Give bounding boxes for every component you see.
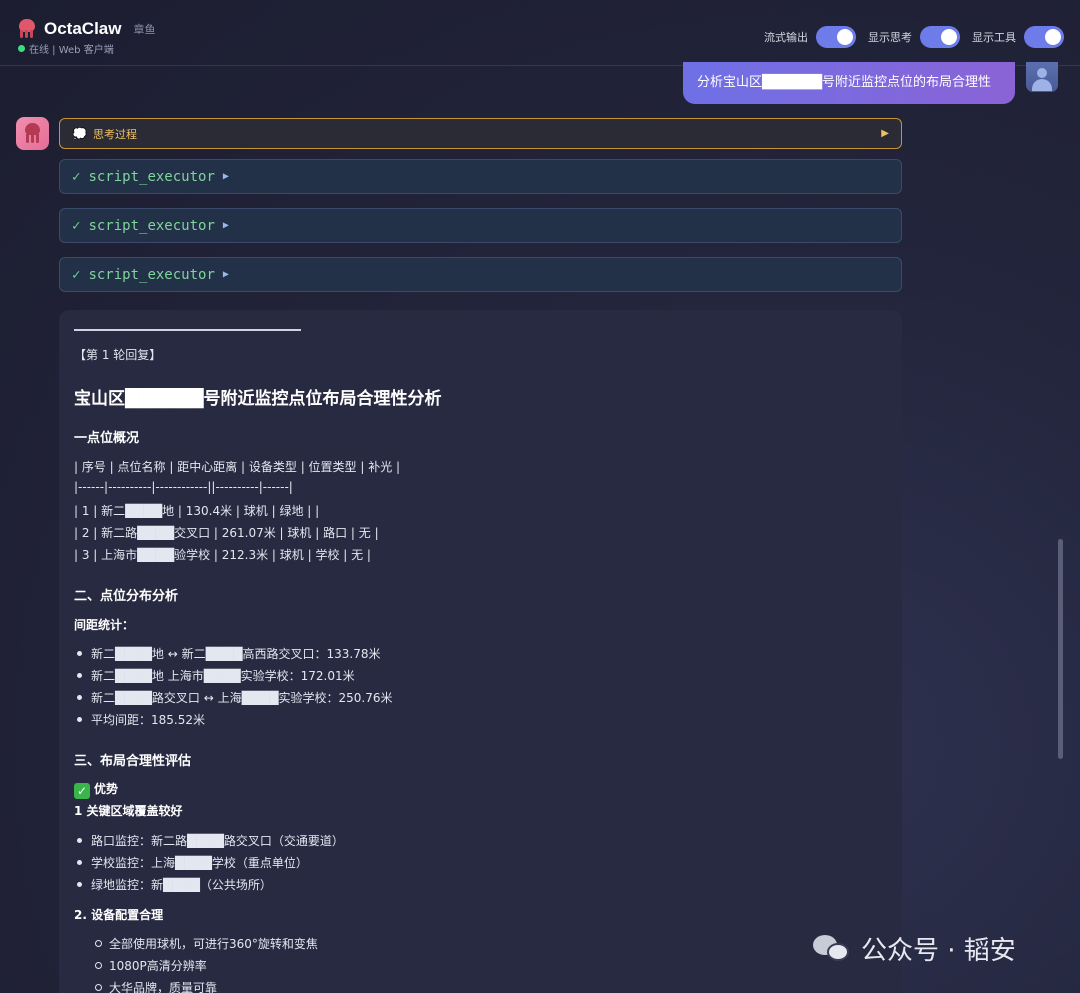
- list-item: 大华品牌，质量可靠: [94, 979, 217, 993]
- tool-call-block[interactable]: ✓ script_executor ▶: [59, 159, 902, 194]
- brand: OctaClaw 章鱼: [16, 18, 155, 40]
- thinking-label: 思考过程: [92, 127, 137, 141]
- expand-arrow-icon: ▶: [222, 220, 229, 231]
- list-item: 新二████地 ↔ 新二████高西路交叉口：133.78米: [77, 647, 381, 661]
- table-line: | 2 | 新二路████交叉口 | 261.07米 | 球机 | 路口 | 无…: [74, 526, 379, 540]
- user-message-bubble: 分析宝山区██████号附近监控点位的布局合理性: [683, 62, 1015, 104]
- advantage-label: ✓ 优势: [74, 780, 118, 799]
- app-subtitle: 章鱼: [133, 23, 156, 36]
- list-item: 平均间距：185.52米: [77, 713, 205, 727]
- check-icon: ✓: [72, 168, 81, 185]
- table-line: | 3 | 上海市████验学校 | 212.3米 | 球机 | 学校 | 无 …: [74, 548, 371, 562]
- section-heading: 三、布局合理性评估: [74, 754, 192, 769]
- user-avatar-icon: [1026, 62, 1058, 92]
- table-line: |------|----------|------------||-------…: [74, 480, 293, 494]
- check-icon: ✓: [72, 266, 81, 283]
- advantage-text: 优势: [94, 782, 119, 796]
- show-tools-switch[interactable]: [1024, 26, 1064, 48]
- watermark: 公众号 · 韬安: [813, 930, 1016, 967]
- toggle-stream-output[interactable]: 流式输出: [764, 26, 856, 48]
- bot-avatar-icon: [16, 117, 49, 150]
- list-item: 新二████路交叉口 ↔ 上海████实验学校：250.76米: [77, 691, 393, 705]
- subheading: 间距统计：: [74, 618, 135, 632]
- subheading: 1 关键区域覆盖较好: [74, 804, 183, 818]
- list-item: 路口监控：新二路████路交叉口（交通要道）: [77, 834, 344, 848]
- thinking-process-toggle[interactable]: 💭 思考过程 ▶: [59, 118, 902, 149]
- status-text: 在线 | Web 客户端: [29, 45, 114, 56]
- thought-bubble-icon: 💭: [72, 126, 87, 141]
- stream-output-switch[interactable]: [816, 26, 856, 48]
- toggle-bar: 流式输出 显示思考 显示工具: [752, 26, 1064, 48]
- toggle-label: 显示思考: [868, 31, 912, 44]
- tool-name: script_executor: [88, 168, 215, 185]
- response-title: 宝山区██████号附近监控点位布局合理性分析: [74, 389, 442, 409]
- toggle-label: 显示工具: [972, 31, 1016, 44]
- list-item: 全部使用球机，可进行360°旋转和变焦: [95, 937, 318, 951]
- assistant-response-card: 【第 1 轮回复】 宝山区██████号附近监控点位布局合理性分析 一点位概况 …: [59, 310, 902, 993]
- table-line: | 序号 | 点位名称 | 距中心距离 | 设备类型 | 位置类型 | 补光 |: [74, 460, 401, 474]
- list-item: 学校监控：上海████学校（重点单位）: [77, 856, 308, 870]
- watermark-text: 公众号 · 韬安: [861, 936, 1016, 966]
- check-mark-icon: ✓: [74, 783, 90, 799]
- round-label: 【第 1 轮回复】: [74, 348, 162, 362]
- check-icon: ✓: [72, 217, 81, 234]
- scrollbar-thumb[interactable]: [1058, 539, 1063, 759]
- list-item: 1080P高清分辨率: [95, 959, 207, 973]
- toggle-show-tools[interactable]: 显示工具: [972, 26, 1064, 48]
- app-title: OctaClaw: [44, 19, 122, 38]
- divider: [74, 329, 301, 331]
- section-heading: 二、点位分布分析: [74, 589, 179, 604]
- toggle-label: 流式输出: [764, 31, 808, 44]
- tool-call-block[interactable]: ✓ script_executor ▶: [59, 208, 902, 243]
- show-thinking-switch[interactable]: [920, 26, 960, 48]
- section-heading: 一点位概况: [74, 431, 140, 446]
- connection-status: 在线 | Web 客户端: [18, 41, 114, 56]
- octopus-logo-icon: [16, 18, 38, 40]
- list-item: 绿地监控：新████（公共场所）: [77, 878, 272, 892]
- wechat-icon: [813, 933, 853, 965]
- list-item: 新二████地 上海市████实验学校：172.01米: [77, 669, 355, 683]
- expand-arrow-icon: ▶: [222, 171, 229, 182]
- subheading: 2. 设备配置合理: [74, 908, 164, 922]
- app-header: OctaClaw 章鱼 在线 | Web 客户端 流式输出 显示思考 显示工具: [0, 0, 1080, 66]
- online-status-icon: [18, 45, 25, 52]
- toggle-show-thinking[interactable]: 显示思考: [868, 26, 960, 48]
- expand-arrow-icon: ▶: [222, 269, 229, 280]
- tool-name: script_executor: [88, 266, 215, 283]
- table-line: | 1 | 新二████地 | 130.4米 | 球机 | 绿地 | |: [74, 504, 320, 518]
- tool-call-block[interactable]: ✓ script_executor ▶: [59, 257, 902, 292]
- tool-name: script_executor: [88, 217, 215, 234]
- expand-arrow-icon: ▶: [881, 128, 889, 139]
